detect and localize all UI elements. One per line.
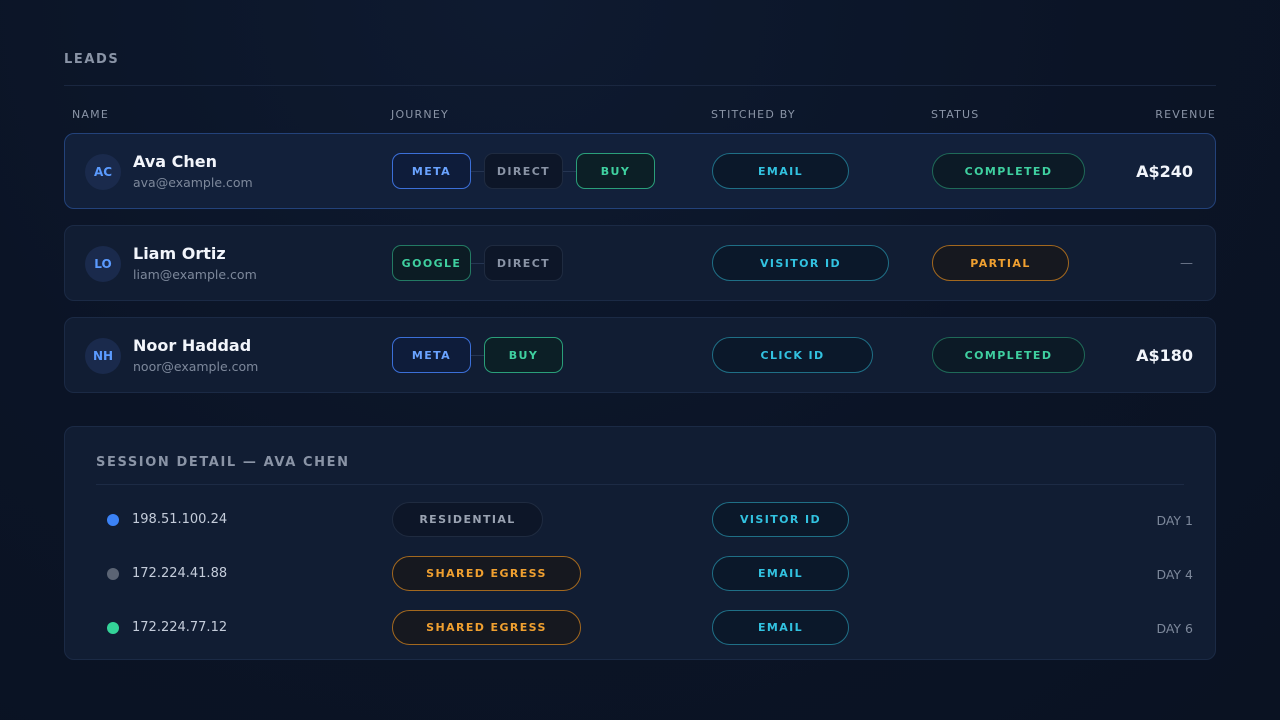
column-header-status: STATUS <box>931 108 980 121</box>
session-ip: 198.51.100.24 <box>132 512 228 527</box>
journey-connector <box>470 171 484 172</box>
table-header: NAME JOURNEY STITCHED BY STATUS REVENUE <box>64 86 1216 133</box>
lead-name: Liam Ortiz <box>133 244 226 263</box>
revenue-value: — <box>1180 256 1193 271</box>
stitched-by-badge: EMAIL <box>712 556 849 591</box>
session-ip: 172.224.77.12 <box>132 620 228 635</box>
network-type-badge: SHARED EGRESS <box>392 610 581 645</box>
column-header-revenue: REVENUE <box>1155 108 1216 121</box>
stitched-by-badge: VISITOR ID <box>712 245 889 281</box>
lead-name: Ava Chen <box>133 152 217 171</box>
lead-email: ava@example.com <box>133 175 253 190</box>
revenue-value: A$180 <box>1136 346 1193 365</box>
lead-email: noor@example.com <box>133 359 259 374</box>
leads-title: LEADS <box>64 52 120 67</box>
session-day: DAY 4 <box>1156 567 1193 582</box>
journey-step-meta: META <box>392 337 471 373</box>
avatar: LO <box>85 246 121 282</box>
journey-step-meta: META <box>392 153 471 189</box>
divider <box>96 484 1184 485</box>
revenue-value: A$240 <box>1136 162 1193 181</box>
stitched-by-badge: EMAIL <box>712 153 849 189</box>
column-header-journey: JOURNEY <box>391 108 449 121</box>
session-row[interactable]: 172.224.41.88 SHARED EGRESS EMAIL DAY 4 <box>65 556 1215 592</box>
session-row[interactable]: 198.51.100.24 RESIDENTIAL VISITOR ID DAY… <box>65 502 1215 538</box>
journey-step-google: GOOGLE <box>392 245 471 281</box>
column-header-name: NAME <box>72 108 109 121</box>
network-type-badge: RESIDENTIAL <box>392 502 543 537</box>
journey-step-buy: BUY <box>484 337 563 373</box>
lead-email: liam@example.com <box>133 267 257 282</box>
session-detail-title: SESSION DETAIL — AVA CHEN <box>96 455 350 470</box>
session-day: DAY 6 <box>1156 621 1193 636</box>
journey-connector <box>470 263 484 264</box>
journey-step-buy: BUY <box>576 153 655 189</box>
lead-row-ava-chen[interactable]: AC Ava Chen ava@example.com META DIRECT … <box>64 133 1216 209</box>
stitched-by-badge: EMAIL <box>712 610 849 645</box>
journey-connector <box>562 171 576 172</box>
session-day: DAY 1 <box>1156 513 1193 528</box>
lead-row-liam-ortiz[interactable]: LO Liam Ortiz liam@example.com GOOGLE DI… <box>64 225 1216 301</box>
status-badge: COMPLETED <box>932 153 1085 189</box>
session-status-dot <box>107 568 119 580</box>
session-status-dot <box>107 622 119 634</box>
lead-name: Noor Haddad <box>133 336 252 355</box>
column-header-stitched-by: STITCHED BY <box>711 108 796 121</box>
leads-section: LEADS NAME JOURNEY STITCHED BY STATUS RE… <box>64 52 1216 409</box>
session-row[interactable]: 172.224.77.12 SHARED EGRESS EMAIL DAY 6 <box>65 610 1215 646</box>
session-detail-panel: SESSION DETAIL — AVA CHEN 198.51.100.24 … <box>64 426 1216 660</box>
status-badge: COMPLETED <box>932 337 1085 373</box>
journey-step-direct: DIRECT <box>484 245 563 281</box>
stitched-by-badge: VISITOR ID <box>712 502 849 537</box>
avatar: AC <box>85 154 121 190</box>
lead-row-noor-haddad[interactable]: NH Noor Haddad noor@example.com META BUY… <box>64 317 1216 393</box>
session-ip: 172.224.41.88 <box>132 566 228 581</box>
avatar: NH <box>85 338 121 374</box>
journey-step-direct: DIRECT <box>484 153 563 189</box>
network-type-badge: SHARED EGRESS <box>392 556 581 591</box>
journey-connector <box>470 355 484 356</box>
stitched-by-badge: CLICK ID <box>712 337 873 373</box>
status-badge: PARTIAL <box>932 245 1069 281</box>
session-status-dot <box>107 514 119 526</box>
